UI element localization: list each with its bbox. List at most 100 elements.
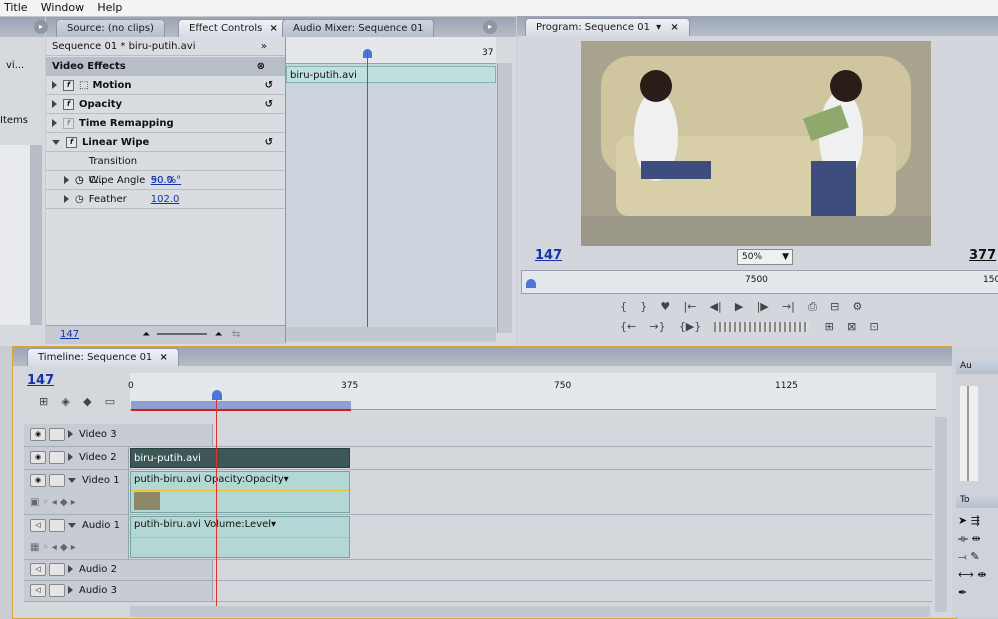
razor-tool-icon[interactable]: ✎ [970,550,979,563]
stopwatch-icon[interactable]: ◷ [75,194,84,205]
extract-icon[interactable]: ⊟ [830,300,839,313]
fx-toggle-icon[interactable]: f [63,79,74,91]
track-select-tool-icon[interactable]: ⇶ [971,514,980,527]
expand-triangle-icon[interactable] [64,195,69,203]
tab-program[interactable]: Program: Sequence 01 ▾ × [525,18,690,36]
expand-triangle-icon[interactable] [52,119,57,127]
set-out-icon[interactable]: } [640,300,647,313]
stopwatch-icon[interactable]: ◷ [75,175,84,186]
collapse-triangle-icon[interactable] [52,139,60,145]
expand-triangle-icon[interactable] [52,100,57,108]
audio-meter-tab[interactable]: Au [956,358,998,374]
slip-tool-icon[interactable]: ⟷ [958,568,974,581]
go-to-in-point-icon[interactable]: {← [620,320,636,333]
collapse-triangle-icon[interactable] [68,522,76,528]
effect-row-time-remapping[interactable]: f Time Remapping [46,114,285,133]
trim-icon[interactable]: ⊡ [869,320,878,333]
expand-triangle-icon[interactable] [64,176,69,184]
eye-icon[interactable]: ◉ [30,473,46,487]
effect-row-opacity[interactable]: f Opacity ↺ [46,95,285,114]
go-to-in-icon[interactable]: |← [683,300,696,313]
timeline-vscrollbar[interactable] [935,417,947,612]
keyframe-nav-icon[interactable]: ▦ ◦ ◂ ◆ ▸ [24,537,128,559]
set-marker-icon[interactable]: ▭ [105,395,115,408]
project-scrollbar[interactable] [30,145,42,325]
dropdown-icon[interactable]: ▾ [656,22,661,33]
menu-window[interactable]: Window [37,0,90,16]
fx-toggle-icon[interactable]: f [66,136,77,148]
overlay-icon[interactable]: ⊞ [825,320,834,333]
lock-icon[interactable] [49,473,65,487]
lock-icon[interactable] [49,562,65,576]
expand-triangle-icon[interactable] [68,565,73,573]
program-zoom-select[interactable]: 50% ▼ [737,249,793,265]
zoom-in-icon[interactable]: ⏶ [215,329,223,340]
menu-help[interactable]: Help [93,0,128,16]
opacity-rubberband[interactable] [131,490,349,491]
speaker-icon[interactable]: ◁ [30,518,46,532]
collapse-triangle-icon[interactable] [68,477,76,483]
rate-stretch-tool-icon[interactable]: ⤙ [958,550,967,563]
lock-icon[interactable] [49,450,65,464]
zoom-slider[interactable] [157,333,208,335]
set-in-icon[interactable]: { [620,300,627,313]
tab-audio-mixer[interactable]: Audio Mixer: Sequence 01 [282,19,435,37]
marker-icon[interactable]: ♥ [660,300,670,313]
ec-vscrollbar[interactable] [497,63,512,333]
rolling-edit-tool-icon[interactable]: ⇹ [971,532,980,545]
pen-tool-icon[interactable]: ✒ [958,586,967,599]
step-back-icon[interactable]: ◀| [710,300,722,313]
program-timecode-left[interactable]: 147 [535,248,562,263]
marker-add-icon[interactable]: ◈ [61,395,69,408]
reset-icon[interactable]: ↺ [265,76,273,95]
keyframe-nav-icon[interactable]: ▣ ◦ ◂ ◆ ▸ [24,492,128,514]
loop-audio-icon[interactable]: ⇆ [232,329,240,340]
fx-toggle-icon[interactable]: f [63,98,74,110]
show-timeline-icon[interactable]: » [261,37,267,56]
zoom-out-icon[interactable]: ⏶ [142,329,150,340]
timeline-hscrollbar[interactable] [130,606,930,617]
expand-triangle-icon[interactable] [52,81,57,89]
keyframe-icon[interactable]: ◆ [83,395,91,408]
ec-time-ruler[interactable] [286,37,496,64]
lock-icon[interactable] [49,583,65,597]
tab-source[interactable]: Source: (no clips) [56,19,165,37]
selection-tool-icon[interactable]: ➤ [958,514,967,527]
effect-row-motion[interactable]: f ⬚ Motion ↺ [46,76,285,95]
close-icon[interactable]: × [670,22,678,33]
play-icon[interactable]: ▶ [735,300,743,313]
effect-row-linear-wipe[interactable]: f Linear Wipe ↺ [46,133,285,152]
clip-audio-1[interactable]: putih-biru.avi Volume:Level▾ [130,516,350,558]
tab-effect-controls[interactable]: Effect Controls × [178,19,289,37]
speaker-icon[interactable]: ◁ [30,562,46,576]
param-value-wipe-angle[interactable]: 90.0 ° [151,175,181,186]
param-value-feather[interactable]: 102.0 [151,194,180,205]
go-to-out-point-icon[interactable]: →} [649,320,665,333]
jog-shuttle-slider[interactable] [714,322,810,332]
snap-icon[interactable]: ⊞ [39,395,48,408]
program-playhead-icon[interactable] [526,279,536,288]
go-to-out-icon[interactable]: →| [782,300,795,313]
expand-triangle-icon[interactable] [68,430,73,438]
timeline-playhead-icon[interactable] [212,390,222,400]
tools-tab[interactable]: To [956,492,998,508]
volume-rubberband[interactable] [131,537,349,538]
panel-options-icon[interactable]: ▸ [483,20,497,34]
play-in-to-out-icon[interactable]: {▶} [679,320,701,333]
collapse-icon[interactable]: ⊗ [257,57,265,76]
clip-video-1[interactable]: putih-biru.avi Opacity:Opacity▾ [130,471,350,513]
step-forward-icon[interactable]: |▶ [757,300,769,313]
dropdown-arrow-icon[interactable]: ▾ [284,474,289,485]
clip-video-2[interactable]: biru-putih.avi [130,448,350,468]
eye-icon[interactable]: ◉ [30,427,46,441]
lock-icon[interactable] [49,518,65,532]
fx-toggle-icon[interactable]: f [63,117,74,129]
dropdown-arrow-icon[interactable]: ▼ [782,250,789,264]
expand-triangle-icon[interactable] [68,453,73,461]
reset-icon[interactable]: ↺ [265,133,273,152]
lock-icon[interactable] [49,427,65,441]
speaker-icon[interactable]: ◁ [30,583,46,597]
ripple-edit-tool-icon[interactable]: ⟛ [958,532,968,545]
ec-hscrollbar[interactable] [286,327,496,341]
work-area-bar[interactable] [131,401,351,411]
